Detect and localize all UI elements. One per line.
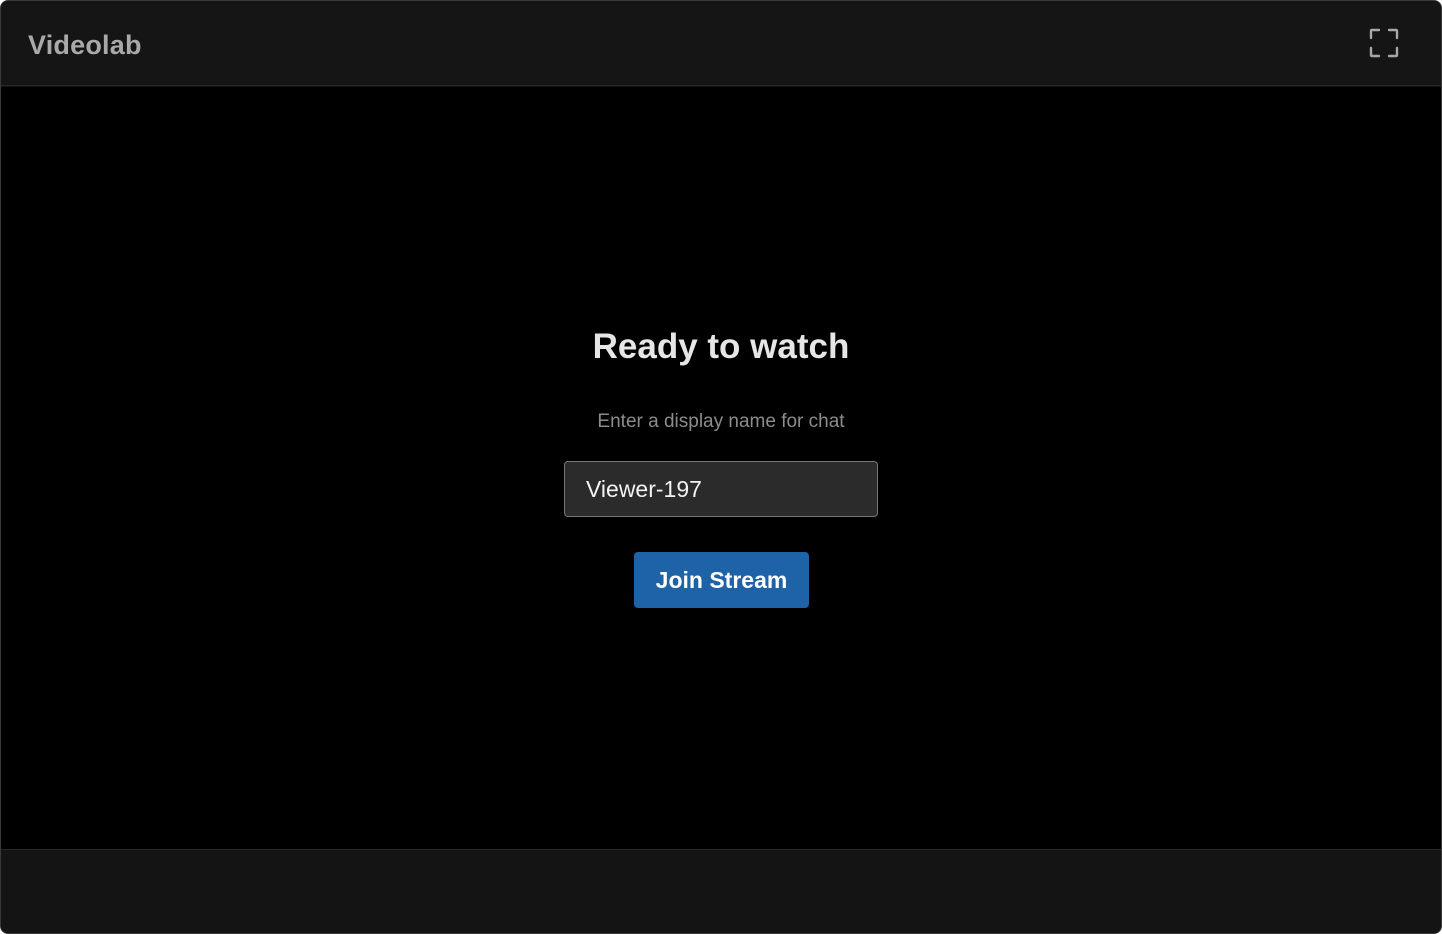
join-title: Ready to watch (592, 327, 850, 366)
display-name-input[interactable] (564, 461, 878, 517)
fullscreen-icon (1368, 27, 1400, 64)
fullscreen-button[interactable] (1364, 25, 1404, 65)
app-window: Videolab Ready to watch Enter a display … (0, 0, 1442, 934)
top-bar: Videolab (1, 1, 1441, 86)
join-stream-button[interactable]: Join Stream (634, 552, 809, 608)
join-subtitle: Enter a display name for chat (597, 411, 845, 432)
video-stage: Ready to watch Enter a display name for … (1, 87, 1441, 849)
join-panel: Ready to watch Enter a display name for … (1, 87, 1441, 849)
app-title: Videolab (28, 30, 142, 60)
control-bar (1, 849, 1441, 933)
